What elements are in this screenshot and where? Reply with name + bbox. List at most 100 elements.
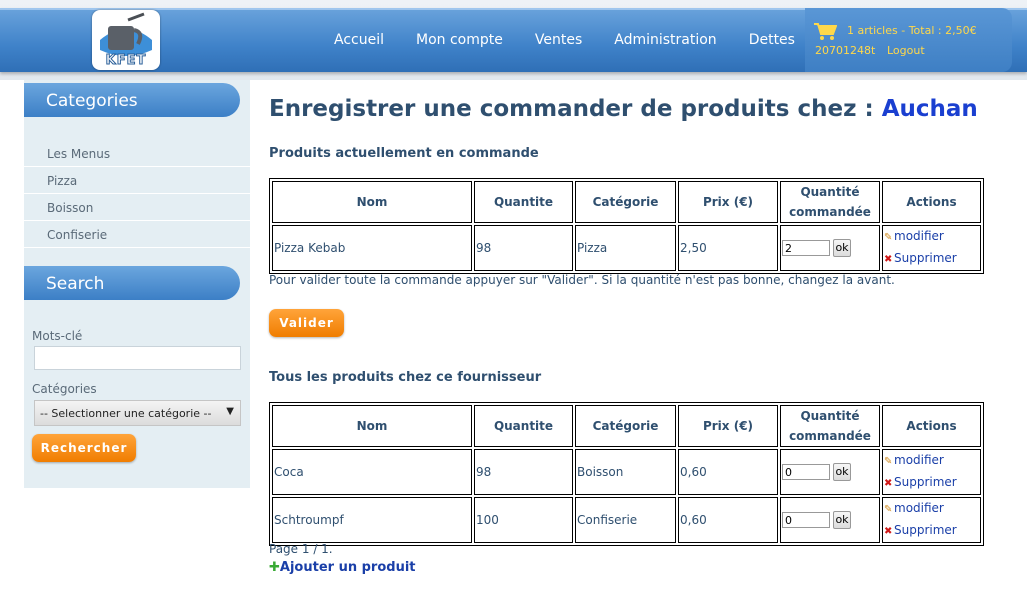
sidebar: Categories Les Menus Pizza Boisson Confi… [24,80,250,488]
delete-icon: ✖ [884,478,893,489]
logout-link[interactable]: Logout [887,44,925,57]
delete-link[interactable]: ✖ Supprimer [884,472,980,494]
delete-link[interactable]: ✖ Supprimer [884,520,980,542]
cell-name: Coca [272,449,472,495]
validate-button[interactable]: Valider [269,309,344,337]
col-actions: Actions [882,405,981,447]
cell-quantity: 98 [474,449,573,495]
modify-link[interactable]: ✎ modifier [884,498,980,520]
modify-label: modifier [894,501,944,515]
delete-label: Supprimer [894,251,957,265]
current-order-table: Nom Quantite Catégorie Prix (€) Quantité… [269,178,984,274]
col-prix: Prix (€) [678,181,778,223]
keywords-label: Mots-clé [32,329,83,343]
delete-label: Supprimer [894,523,957,537]
col-categorie: Catégorie [575,181,676,223]
col-nom: Nom [272,181,472,223]
supplier-name: Auchan [881,96,978,122]
category-select[interactable]: -- Selectionner une catégorie -- ▼ [34,400,241,426]
shopping-cart-icon[interactable] [813,22,837,40]
plus-icon: ✚ [269,560,280,575]
search-title: Search [24,266,240,300]
category-list: Les Menus Pizza Boisson Confiserie [24,140,250,248]
logo[interactable]: KFET [92,10,160,70]
col-prix: Prix (€) [678,405,778,447]
col-actions: Actions [882,181,981,223]
cell-actions: ✎ modifier ✖ Supprimer [882,449,981,495]
chevron-down-icon: ▼ [226,406,234,417]
page-title: Enregistrer une commander de produits ch… [269,96,978,122]
col-nom: Nom [272,405,472,447]
cell-price: 0,60 [678,449,778,495]
category-label: Catégories [32,382,97,396]
add-product-label: Ajouter un produit [279,560,416,575]
delete-label: Supprimer [894,475,957,489]
col-quantite-commandee: Quantité commandée [780,181,880,223]
validation-note: Pour valider toute la commande appuyer s… [269,273,895,287]
col-categorie: Catégorie [575,405,676,447]
delete-icon: ✖ [884,254,893,265]
table-header-row: Nom Quantite Catégorie Prix (€) Quantité… [272,405,981,447]
col-quantite: Quantite [474,181,573,223]
category-item-confiserie[interactable]: Confiserie [24,221,250,248]
ok-button[interactable]: ok [833,239,851,257]
category-item-boisson[interactable]: Boisson [24,194,250,221]
ok-button[interactable]: ok [833,463,851,481]
cell-quantity: 100 [474,497,573,543]
cell-actions: ✎ modifier ✖ Supprimer [882,497,981,543]
category-select-value: -- Selectionner une catégorie -- [40,407,212,420]
ordered-quantity-input[interactable] [782,512,830,528]
nav-mon-compte[interactable]: Mon compte [416,32,503,52]
all-products-title: Tous les produits chez ce fournisseur [269,370,542,385]
logo-text: KFET [105,53,147,69]
add-product-link[interactable]: ✚Ajouter un produit [269,560,416,575]
modify-label: modifier [894,453,944,467]
search-button[interactable]: Rechercher [32,434,136,462]
ordered-quantity-input[interactable] [782,464,830,480]
current-order-title: Produits actuellement en commande [269,146,539,161]
nav-ventes[interactable]: Ventes [535,32,582,52]
main-nav: Accueil Mon compte Ventes Administration… [334,32,827,52]
modify-link[interactable]: ✎ modifier [884,226,980,248]
category-item-les-menus[interactable]: Les Menus [24,140,250,167]
category-item-pizza[interactable]: Pizza [24,167,250,194]
cart-box: 1 articles - Total : 2,50€ 20701248t Log… [805,8,1012,72]
col-quantite: Quantite [474,405,573,447]
table-header-row: Nom Quantite Catégorie Prix (€) Quantité… [272,181,981,223]
cell-name: Pizza Kebab [272,225,472,271]
page-title-prefix: Enregistrer une commander de produits ch… [269,96,882,122]
table-row: Schtroumpf 100 Confiserie 0,60 ok ✎modif… [272,497,981,543]
ok-button[interactable]: ok [833,511,851,529]
nav-dettes[interactable]: Dettes [749,32,795,52]
modify-link[interactable]: ✎ modifier [884,450,980,472]
cell-quantity: 98 [474,225,573,271]
cell-ordered: ok [780,449,880,495]
pencil-icon: ✎ [884,504,893,515]
cell-price: 2,50 [678,225,778,271]
cell-category: Pizza [575,225,676,271]
nav-administration[interactable]: Administration [614,32,716,52]
cell-price: 0,60 [678,497,778,543]
cell-name: Schtroumpf [272,497,472,543]
table-row: Pizza Kebab 98 Pizza 2,50 ok ✎modifier ✖… [272,225,981,271]
cell-ordered: ok [780,497,880,543]
pencil-icon: ✎ [884,232,893,243]
cell-category: Confiserie [575,497,676,543]
categories-title: Categories [24,83,240,117]
table-row: Coca 98 Boisson 0,60 ok ✎modifier ✖Suppr… [272,449,981,495]
cell-actions: ✎ modifier ✖ Supprimer [882,225,981,271]
keywords-input[interactable] [34,346,241,370]
ordered-quantity-input[interactable] [782,240,830,256]
cell-ordered: ok [780,225,880,271]
nav-accueil[interactable]: Accueil [334,32,384,52]
cell-category: Boisson [575,449,676,495]
delete-link[interactable]: ✖ Supprimer [884,248,980,270]
all-products-table: Nom Quantite Catégorie Prix (€) Quantité… [269,402,984,546]
cart-summary[interactable]: 1 articles - Total : 2,50€ [847,24,977,37]
modify-label: modifier [894,229,944,243]
pencil-icon: ✎ [884,456,893,467]
delete-icon: ✖ [884,526,893,537]
user-id: 20701248t [815,44,876,57]
page-info: Page 1 / 1. [269,542,333,556]
col-quantite-commandee: Quantité commandée [780,405,880,447]
